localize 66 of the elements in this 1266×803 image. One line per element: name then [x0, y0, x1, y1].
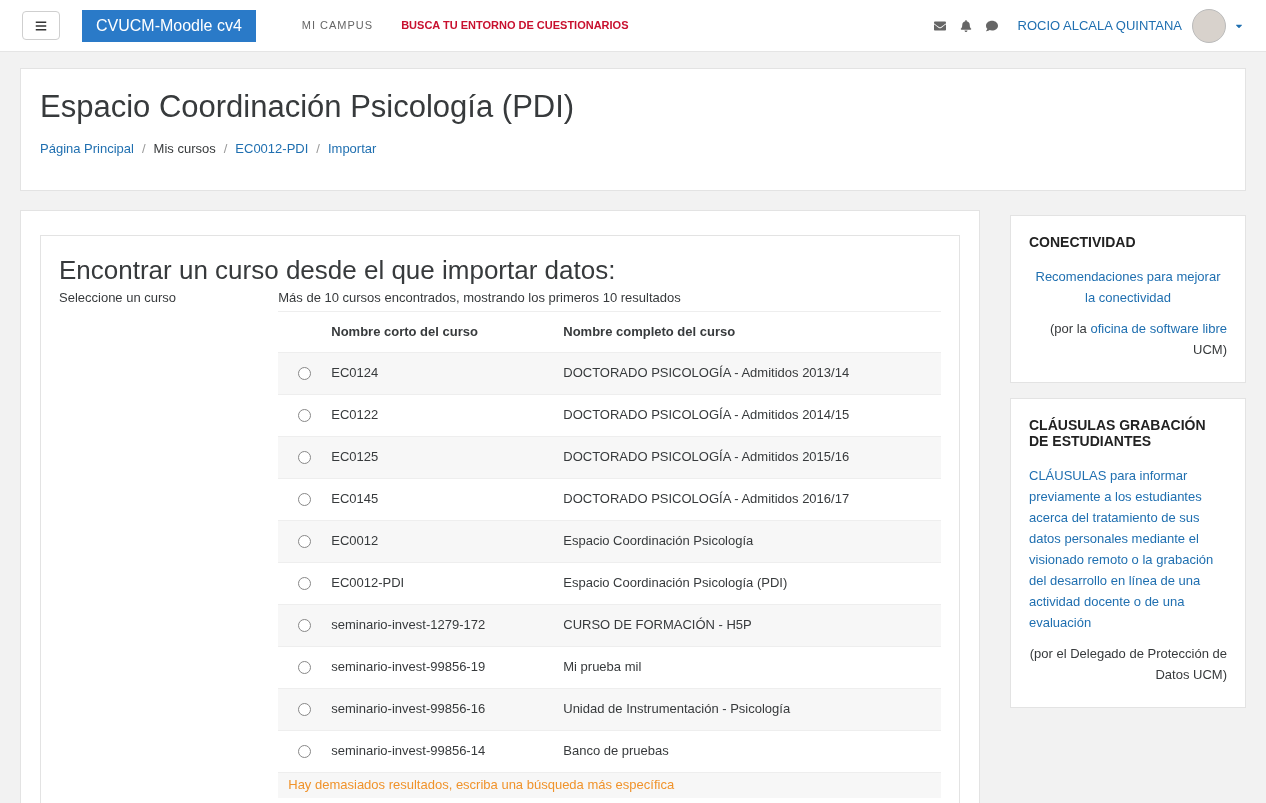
- table-cell-text: CURSO DE FORMACIÓN - H5P: [563, 616, 752, 635]
- table-cell-text: seminario-invest-99856-19: [331, 658, 487, 677]
- menu-button[interactable]: [22, 11, 60, 40]
- breadcrumb-link[interactable]: Página Principal: [40, 139, 134, 159]
- table-cell-text: EC0012-PDI: [331, 574, 406, 593]
- block-note: (por la oficina de software libre UCM): [1048, 320, 1227, 359]
- radio-button[interactable]: [298, 576, 312, 590]
- section-title: Encontrar un curso desde el que importar datos:: [59, 254, 617, 286]
- table-cell-text: seminario-invest-99856-14: [331, 742, 487, 761]
- results-summary: Más de 10 cursos encontrados, mostrando los primeros 10 resultados: [278, 288, 941, 312]
- table-cell-text: DOCTORADO PSICOLOGÍA - Admitidos 2016/17: [563, 490, 850, 509]
- table-cell-text: seminario-invest-1279-172: [331, 616, 487, 635]
- user-name[interactable]: ROCIO ALCALA QUINTANA: [1017, 15, 1182, 36]
- table-cell-text: EC0012: [331, 532, 380, 551]
- table-row[interactable]: seminario-invest-1279-172 CURSO DE FORMACIÓN - H5P: [278, 603, 941, 646]
- radio-button[interactable]: [298, 534, 312, 548]
- mail-icon[interactable]: [933, 19, 946, 32]
- breadcrumb-separator: /: [223, 140, 228, 158]
- block-note: (por el Delegado de Protección de Datos UCM): [1029, 645, 1227, 684]
- table-cell-text: Espacio Coordinación Psicología: [563, 532, 754, 551]
- radio-button[interactable]: [298, 366, 312, 380]
- nav-link[interactable]: BUSCA TU ENTORNO DE CUESTIONARIOS: [401, 17, 629, 34]
- breadcrumb-link[interactable]: Importar: [327, 139, 377, 159]
- block-title: CONECTIVIDAD: [1029, 234, 1137, 250]
- radio-button[interactable]: [298, 618, 312, 632]
- table-cell-text: Mi prueba mil: [563, 658, 642, 677]
- table-row[interactable]: EC0124 DOCTORADO PSICOLOGÍA - Admitidos 2013/14: [278, 351, 941, 394]
- page-title: Espacio Coordinación Psicología (PDI): [40, 88, 576, 126]
- breadcrumb-link[interactable]: EC0012-PDI: [235, 139, 309, 159]
- table-row[interactable]: EC0012 Espacio Coordinación Psicología: [278, 519, 941, 562]
- chat-icon[interactable]: [985, 19, 998, 32]
- block-title: CLÁUSULAS GRABACIÓN DE ESTUDIANTES: [1029, 417, 1207, 449]
- column-header: Nombre corto del curso: [331, 322, 479, 341]
- block-link[interactable]: CLÁUSULAS para informar previamente a los estudiantes acerca del tratamiento de sus datos personales mediante el visionado remoto o la grabación del desarrollo en línea de una actividad docente o de una evaluación: [1029, 465, 1227, 633]
- warning-message: Hay demasiados resultados, escriba una búsqueda más específica: [288, 776, 675, 795]
- table-cell-text: EC0124: [331, 364, 380, 383]
- radio-button[interactable]: [298, 492, 312, 506]
- menu-icon: [35, 19, 47, 32]
- table-cell-text: EC0122: [331, 406, 380, 425]
- table-row[interactable]: seminario-invest-99856-16 Unidad de Instrumentación - Psicología: [278, 687, 941, 730]
- breadcrumb-separator: /: [141, 140, 146, 158]
- table-cell-text: Espacio Coordinación Psicología (PDI): [563, 574, 788, 593]
- avatar[interactable]: [1192, 8, 1226, 43]
- breadcrumb-text: Mis cursos: [153, 140, 216, 158]
- table-cell-text: DOCTORADO PSICOLOGÍA - Admitidos 2015/16: [563, 448, 850, 467]
- note-link[interactable]: oficina de software libre: [1090, 321, 1227, 336]
- radio-button[interactable]: [298, 744, 312, 758]
- table-row[interactable]: EC0125 DOCTORADO PSICOLOGÍA - Admitidos 2015/16: [278, 435, 941, 478]
- column-header: Nombre completo del curso: [563, 322, 736, 341]
- field-label: Seleccione un curso: [59, 289, 178, 307]
- radio-button[interactable]: [298, 702, 312, 716]
- breadcrumb-separator: /: [316, 140, 320, 158]
- brand-link[interactable]: CVUCM-Moodle cv4: [82, 9, 256, 42]
- bell-icon[interactable]: [959, 19, 972, 32]
- table-cell-text: EC0125: [331, 448, 380, 467]
- radio-button[interactable]: [298, 450, 312, 464]
- table-cell-text: Unidad de Instrumentación - Psicología: [563, 700, 791, 719]
- radio-button[interactable]: [298, 660, 312, 674]
- radio-button[interactable]: [298, 408, 312, 422]
- block-link[interactable]: Recomendaciones para mejorar la conectividad: [1029, 266, 1227, 308]
- table-cell-text: seminario-invest-99856-16: [331, 700, 487, 719]
- table-cell-text: EC0145: [331, 490, 380, 509]
- nav-link[interactable]: MI CAMPUS: [301, 17, 374, 34]
- table-cell-text: DOCTORADO PSICOLOGÍA - Admitidos 2013/14: [563, 364, 850, 383]
- table-cell-text: Banco de pruebas: [563, 742, 669, 761]
- table-cell-text: DOCTORADO PSICOLOGÍA - Admitidos 2014/15: [563, 406, 850, 425]
